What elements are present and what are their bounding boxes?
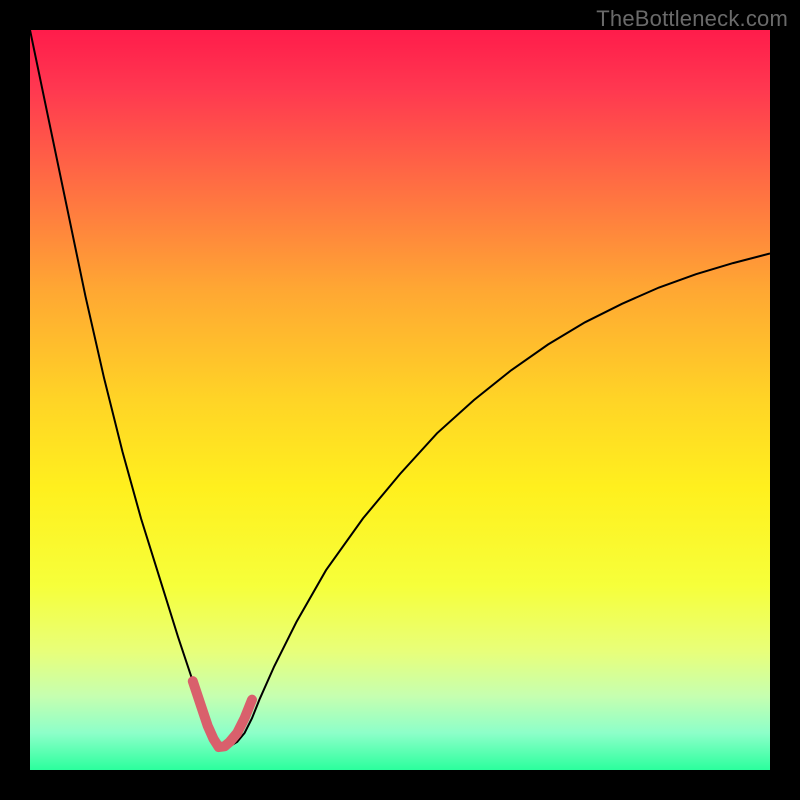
chart-frame: TheBottleneck.com [0,0,800,800]
watermark-text: TheBottleneck.com [596,6,788,32]
plot-area [30,30,770,770]
bottleneck-chart [30,30,770,770]
gradient-background [30,30,770,770]
